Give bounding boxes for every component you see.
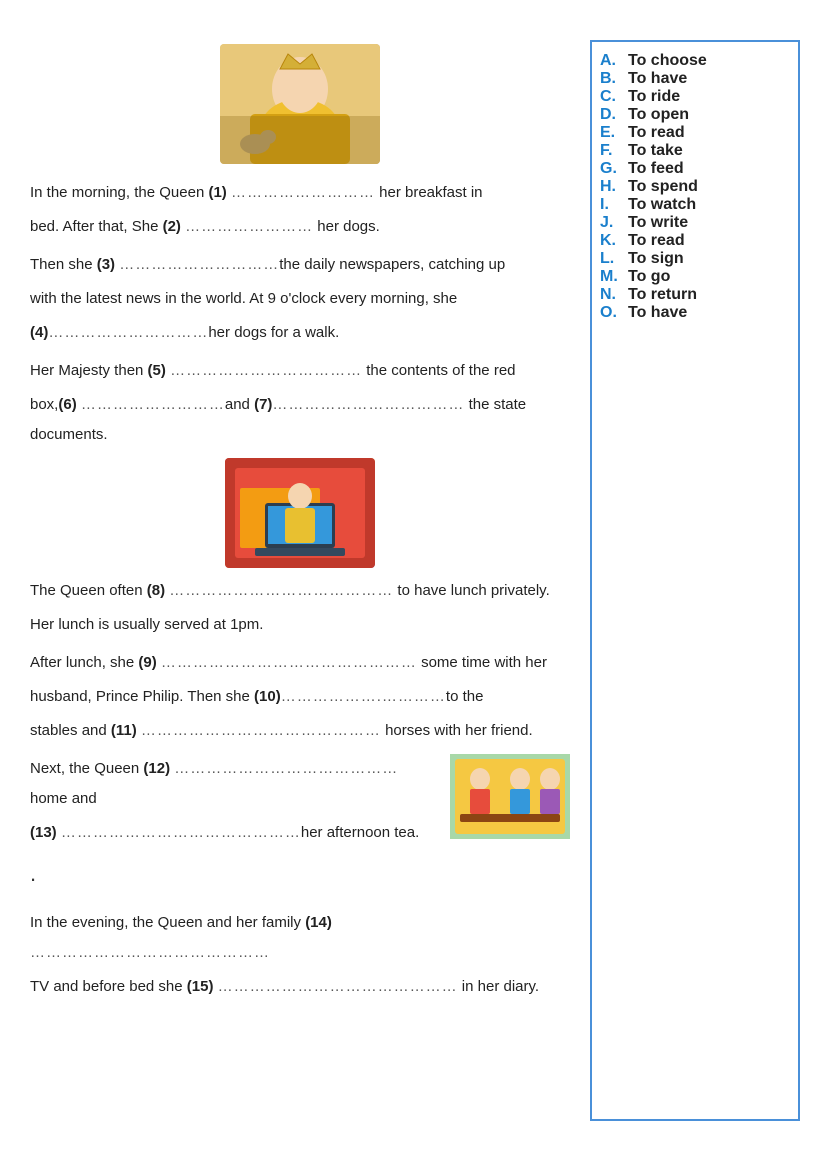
verb-letter: G. bbox=[600, 160, 622, 178]
verb-item: L. To sign bbox=[600, 250, 790, 268]
paragraph-4: The Queen often (8) …………………………………… to ha… bbox=[30, 576, 570, 640]
verb-item: C. To ride bbox=[600, 88, 790, 106]
verb-text: To spend bbox=[628, 178, 698, 196]
verb-item: O. To have bbox=[600, 304, 790, 322]
verb-letter: C. bbox=[600, 88, 622, 106]
tea-image bbox=[450, 754, 570, 839]
verb-letter: B. bbox=[600, 70, 622, 88]
verb-text: To read bbox=[628, 232, 685, 250]
paragraph-1: In the morning, the Queen (1) ……………………… … bbox=[30, 178, 570, 242]
queen-image-1 bbox=[220, 44, 380, 164]
verb-text: To sign bbox=[628, 250, 684, 268]
verb-text: To watch bbox=[628, 196, 696, 214]
verb-text: To ride bbox=[628, 88, 680, 106]
verb-text: To write bbox=[628, 214, 688, 232]
verb-letter: J. bbox=[600, 214, 622, 232]
verb-text: To have bbox=[628, 304, 687, 322]
verb-item: D. To open bbox=[600, 106, 790, 124]
verb-letter: A. bbox=[600, 52, 622, 70]
verb-text: To have bbox=[628, 70, 687, 88]
verb-letter: D. bbox=[600, 106, 622, 124]
verb-letter: F. bbox=[600, 142, 622, 160]
verb-letter: E. bbox=[600, 124, 622, 142]
verb-item: J. To write bbox=[600, 214, 790, 232]
verb-item: M. To go bbox=[600, 268, 790, 286]
paragraph-6: Next, the Queen (12) …………………………………… home… bbox=[30, 754, 570, 900]
verb-letter: H. bbox=[600, 178, 622, 196]
verb-text: To choose bbox=[628, 52, 707, 70]
verb-text: To open bbox=[628, 106, 689, 124]
verb-letter: M. bbox=[600, 268, 622, 286]
verb-letter: I. bbox=[600, 196, 622, 214]
verb-item: F. To take bbox=[600, 142, 790, 160]
verb-text: To read bbox=[628, 124, 685, 142]
verb-letter: N. bbox=[600, 286, 622, 304]
verb-letter: O. bbox=[600, 304, 622, 322]
queen-image-2 bbox=[225, 458, 375, 568]
main-content: In the morning, the Queen (1) ……………………… … bbox=[0, 30, 590, 1131]
verb-item: E. To read bbox=[600, 124, 790, 142]
verb-item: H. To spend bbox=[600, 178, 790, 196]
verb-text: To take bbox=[628, 142, 683, 160]
verb-text: To go bbox=[628, 268, 670, 286]
verb-letter: K. bbox=[600, 232, 622, 250]
verb-letter: L. bbox=[600, 250, 622, 268]
verb-item: G. To feed bbox=[600, 160, 790, 178]
paragraph-7: In the evening, the Queen and her family… bbox=[30, 908, 570, 1002]
verb-item: K. To read bbox=[600, 232, 790, 250]
paragraph-3: Her Majesty then (5) ……………………………… the co… bbox=[30, 356, 570, 450]
paragraph-2: Then she (3) …………………………the daily newspap… bbox=[30, 250, 570, 348]
verb-item: A. To choose bbox=[600, 52, 790, 70]
paragraph-5: After lunch, she (9) ………………………………………… so… bbox=[30, 648, 570, 746]
verb-text: To return bbox=[628, 286, 697, 304]
verb-box: A. To choose B. To have C. To ride D. To… bbox=[590, 40, 800, 1121]
verb-item: B. To have bbox=[600, 70, 790, 88]
verb-item: N. To return bbox=[600, 286, 790, 304]
verb-item: I. To watch bbox=[600, 196, 790, 214]
verb-text: To feed bbox=[628, 160, 684, 178]
